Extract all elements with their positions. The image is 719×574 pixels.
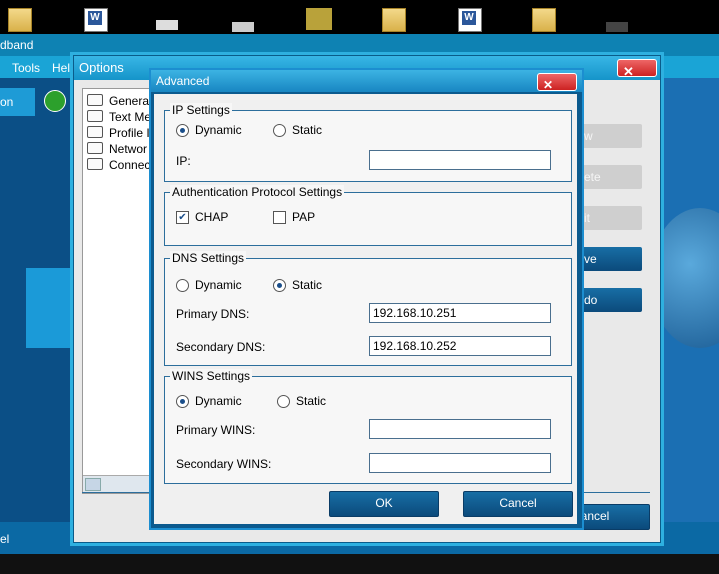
ip-static-radio[interactable]	[273, 124, 286, 137]
tree-item-general[interactable]: General	[87, 94, 153, 110]
primary-wins-label: Primary WINS:	[176, 423, 256, 437]
tree-item-label: Networ	[109, 142, 148, 156]
options-category-tree[interactable]: General Text Me Profile I Networ Connec	[82, 88, 154, 494]
menu-help[interactable]: Hel	[52, 61, 70, 75]
pap-label[interactable]: PAP	[292, 210, 315, 224]
image-file-icon[interactable]	[306, 8, 332, 30]
brand-logo	[26, 268, 75, 348]
close-icon: ✕	[543, 78, 554, 92]
button-label: ete	[584, 170, 601, 184]
tree-item-label: Connec	[109, 158, 151, 172]
button-label: it	[584, 211, 590, 225]
checkmark-icon: ✔	[178, 212, 187, 223]
signal-icon[interactable]	[44, 90, 66, 112]
chap-label[interactable]: CHAP	[195, 210, 228, 224]
ip-static-label[interactable]: Static	[292, 123, 322, 137]
taskbar	[0, 554, 719, 574]
tree-item-connection[interactable]: Connec	[87, 158, 153, 174]
wins-settings-group: WINS Settings Dynamic Static Primary WIN…	[164, 369, 572, 484]
secondary-dns-input[interactable]: 192.168.10.252	[369, 336, 551, 356]
wins-static-radio[interactable]	[277, 395, 290, 408]
folder-icon	[87, 158, 103, 170]
word-document-icon[interactable]	[458, 8, 482, 32]
tree-item-profile[interactable]: Profile I	[87, 126, 153, 142]
wins-dynamic-radio[interactable]	[176, 395, 189, 408]
background-connect-label: on	[0, 95, 14, 109]
close-icon: ✕	[623, 64, 634, 79]
desktop-icon-strip	[0, 0, 719, 34]
auth-protocol-legend: Authentication Protocol Settings	[170, 185, 345, 199]
dns-static-radio[interactable]	[273, 279, 286, 292]
tree-item-network[interactable]: Networ	[87, 142, 153, 158]
primary-dns-label: Primary DNS:	[176, 307, 250, 321]
dns-settings-group: DNS Settings Dynamic Static Primary DNS:…	[164, 251, 572, 366]
cancel-button[interactable]: Cancel	[463, 491, 573, 517]
horizontal-scrollbar[interactable]	[83, 475, 153, 492]
options-undo-button[interactable]: do	[580, 288, 642, 312]
options-save-button[interactable]: ve	[580, 247, 642, 271]
folder-icon	[87, 126, 103, 138]
advanced-titlebar: Advanced ✕	[151, 70, 582, 92]
secondary-wins-label: Secondary WINS:	[176, 457, 272, 471]
background-app-titlebar: dband	[0, 34, 719, 56]
ip-settings-legend: IP Settings	[170, 103, 232, 117]
status-text: el	[0, 532, 10, 546]
button-label: ancel	[580, 509, 610, 523]
wins-dynamic-label[interactable]: Dynamic	[195, 394, 242, 408]
ip-dynamic-label[interactable]: Dynamic	[195, 123, 242, 137]
ip-address-input[interactable]	[369, 150, 551, 170]
file-icon[interactable]	[606, 22, 628, 32]
background-connect-button[interactable]: on	[0, 88, 35, 116]
tree-item-label: Profile I	[109, 126, 150, 140]
scroll-left-arrow-icon[interactable]	[85, 478, 101, 491]
secondary-wins-input[interactable]	[369, 453, 551, 473]
file-icon[interactable]	[232, 22, 254, 32]
background-app-left-panel: on	[0, 78, 75, 526]
advanced-close-button[interactable]: ✕	[537, 73, 577, 92]
folder-icon	[87, 94, 103, 106]
button-label: w	[584, 129, 593, 143]
advanced-dialog: Advanced ✕ IP Settings Dynamic Static IP…	[149, 68, 584, 530]
menu-tools[interactable]: Tools	[12, 61, 40, 75]
dns-dynamic-label[interactable]: Dynamic	[195, 278, 242, 292]
advanced-body: IP Settings Dynamic Static IP: Authentic…	[154, 94, 577, 524]
auth-protocol-group: Authentication Protocol Settings ✔ CHAP …	[164, 185, 572, 246]
dns-settings-legend: DNS Settings	[170, 251, 247, 265]
options-new-button[interactable]: w	[580, 124, 642, 148]
tree-item-label: General	[109, 94, 152, 108]
background-app-title: dband	[0, 38, 34, 52]
dns-static-label[interactable]: Static	[292, 278, 322, 292]
ip-address-label: IP:	[176, 154, 191, 168]
primary-wins-input[interactable]	[369, 419, 551, 439]
wins-settings-legend: WINS Settings	[170, 369, 253, 383]
ok-button[interactable]: OK	[329, 491, 439, 517]
ip-settings-group: IP Settings Dynamic Static IP:	[164, 103, 572, 182]
options-title: Options	[79, 60, 124, 75]
chap-checkbox[interactable]: ✔	[176, 211, 189, 224]
button-label: ve	[584, 252, 597, 266]
tree-item-text-messages[interactable]: Text Me	[87, 110, 153, 126]
file-icon[interactable]	[156, 20, 178, 30]
options-delete-button[interactable]: ete	[580, 165, 642, 189]
tree-item-label: Text Me	[109, 110, 152, 124]
folder-icon[interactable]	[8, 8, 32, 32]
ip-dynamic-radio[interactable]	[176, 124, 189, 137]
folder-icon	[87, 142, 103, 154]
button-label: OK	[375, 496, 393, 510]
button-label: Cancel	[499, 496, 537, 510]
secondary-dns-label: Secondary DNS:	[176, 340, 266, 354]
options-edit-button[interactable]: it	[580, 206, 642, 230]
primary-dns-input[interactable]: 192.168.10.251	[369, 303, 551, 323]
button-label: do	[584, 293, 598, 307]
pap-checkbox[interactable]	[273, 211, 286, 224]
dns-dynamic-radio[interactable]	[176, 279, 189, 292]
word-document-icon[interactable]	[84, 8, 108, 32]
advanced-title: Advanced	[156, 74, 210, 88]
wins-static-label[interactable]: Static	[296, 394, 326, 408]
folder-icon[interactable]	[382, 8, 406, 32]
folder-icon[interactable]	[532, 8, 556, 32]
folder-icon	[87, 110, 103, 122]
options-close-button[interactable]: ✕	[617, 59, 657, 79]
